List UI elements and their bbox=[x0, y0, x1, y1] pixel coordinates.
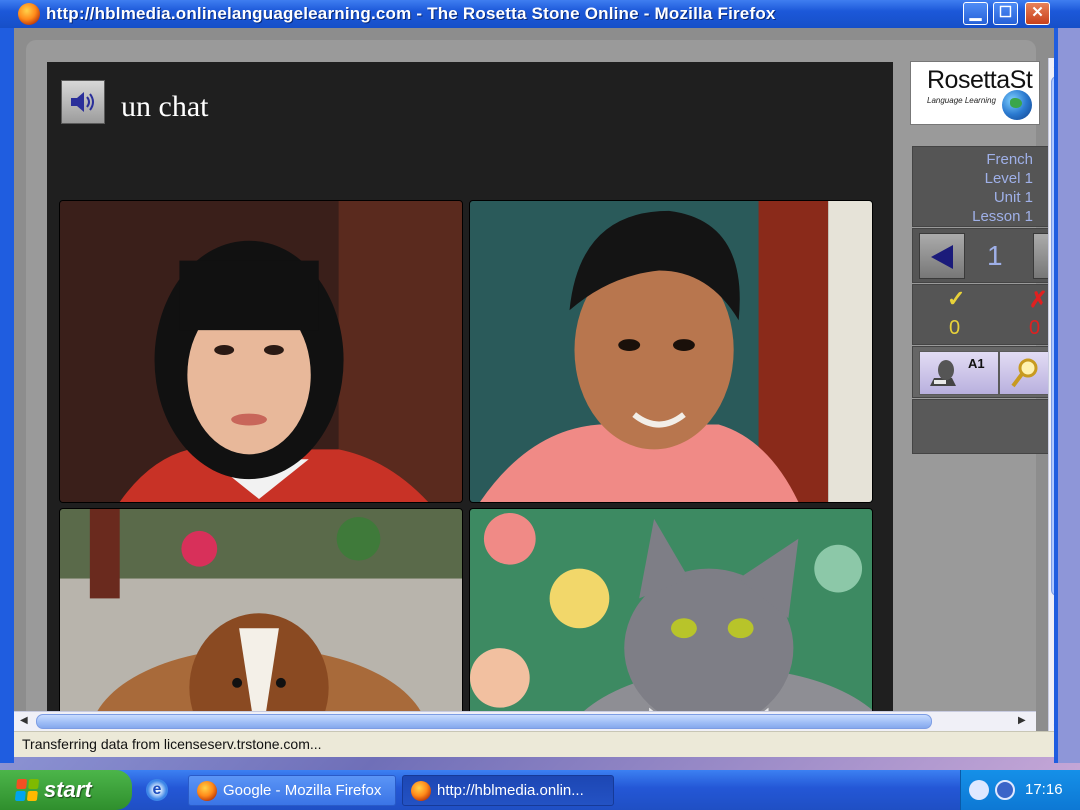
maximize-button[interactable]: ☐ bbox=[993, 2, 1018, 25]
scroll-left-icon[interactable]: ◀ bbox=[20, 715, 28, 726]
photo-dog[interactable] bbox=[59, 508, 463, 733]
exercise-mode-button[interactable]: A1 bbox=[919, 351, 999, 395]
scroll-up-icon[interactable]: ▲ bbox=[1052, 60, 1054, 70]
logo-tagline: Language Learning bbox=[927, 96, 996, 105]
listen-mode-icon bbox=[930, 360, 956, 386]
taskbar-item-google[interactable]: Google - Mozilla Firefox bbox=[188, 775, 396, 806]
wrong-x-icon: ✗ bbox=[1029, 287, 1048, 312]
taskbar-item-rosetta[interactable]: http://hblmedia.onlin... bbox=[402, 775, 614, 806]
firefox-icon bbox=[411, 780, 431, 801]
search-button[interactable] bbox=[999, 351, 1049, 395]
correct-check-icon: ✓ bbox=[947, 286, 966, 311]
globe-icon bbox=[1002, 90, 1032, 120]
extra-panel bbox=[912, 399, 1052, 454]
previous-page-button[interactable] bbox=[919, 233, 965, 279]
photo-girl[interactable] bbox=[59, 200, 463, 503]
prompt-text: un chat bbox=[121, 90, 209, 123]
magnifier-icon bbox=[1011, 358, 1038, 388]
window-titlebar[interactable]: http://hblmedia.onlinelanguagelearning.c… bbox=[0, 0, 1080, 28]
taskbar-clock: 17:16 bbox=[1025, 781, 1063, 798]
start-button[interactable]: start bbox=[0, 770, 132, 810]
internet-explorer-icon[interactable]: e bbox=[146, 779, 168, 801]
photo-cat[interactable] bbox=[469, 508, 873, 733]
vertical-scrollbar[interactable]: ▲ ▼ bbox=[1048, 58, 1054, 733]
window-title: http://hblmedia.onlinelanguagelearning.c… bbox=[46, 4, 776, 23]
page-navigation: 1 bbox=[912, 228, 1054, 283]
language-label: French bbox=[986, 151, 1033, 168]
firefox-icon bbox=[197, 780, 217, 801]
horizontal-scrollbar[interactable]: ◀ ▶ bbox=[14, 711, 1036, 731]
tools-panel: A1 bbox=[912, 346, 1052, 398]
exercise-mode-label: A1 bbox=[968, 356, 985, 371]
lesson-panel: un chat bbox=[47, 62, 893, 733]
windows-logo-icon bbox=[14, 779, 40, 801]
window-frame-right bbox=[1054, 28, 1080, 763]
system-tray: 17:16 bbox=[960, 770, 1080, 810]
score-panel: ✓ 0 ✗ 0 bbox=[912, 284, 1052, 345]
start-label: start bbox=[44, 777, 92, 802]
tray-expand-icon[interactable] bbox=[969, 780, 989, 800]
speaker-icon bbox=[71, 92, 94, 112]
wrong-count: 0 bbox=[1029, 317, 1041, 339]
unit-label: Unit 1 bbox=[993, 189, 1033, 206]
taskbar-item-label: http://hblmedia.onlin... bbox=[437, 782, 584, 799]
page-number: 1 bbox=[987, 240, 1003, 271]
rosetta-stone-logo: RosettaSt Language Learning bbox=[910, 61, 1040, 125]
level-label: Level 1 bbox=[984, 170, 1033, 187]
minimize-button[interactable]: ▁ bbox=[963, 2, 988, 25]
course-info: French Level 1 Unit 1 Lesson 1 bbox=[912, 146, 1052, 227]
status-bar: Transferring data from licenseserv.trsto… bbox=[14, 731, 1054, 757]
scroll-right-icon[interactable]: ▶ bbox=[1018, 715, 1026, 726]
taskbar-item-label: Google - Mozilla Firefox bbox=[223, 782, 382, 799]
photo-boy[interactable] bbox=[469, 200, 873, 503]
close-button[interactable]: ✕ bbox=[1025, 2, 1050, 25]
vertical-scroll-thumb[interactable] bbox=[1051, 76, 1054, 596]
play-audio-button[interactable] bbox=[61, 80, 105, 124]
windows-taskbar: start e Google - Mozilla Firefox http://… bbox=[0, 770, 1080, 810]
horizontal-scroll-thumb[interactable] bbox=[36, 714, 932, 729]
lesson-label: Lesson 1 bbox=[972, 208, 1033, 225]
window-frame-left bbox=[0, 28, 14, 763]
browser-content: un chat RosettaSt Language Learning Fren… bbox=[14, 28, 1054, 733]
firefox-icon bbox=[18, 3, 40, 25]
correct-count: 0 bbox=[949, 317, 961, 339]
tray-app-icon[interactable] bbox=[995, 780, 1015, 800]
status-text: Transferring data from licenseserv.trsto… bbox=[22, 736, 322, 752]
